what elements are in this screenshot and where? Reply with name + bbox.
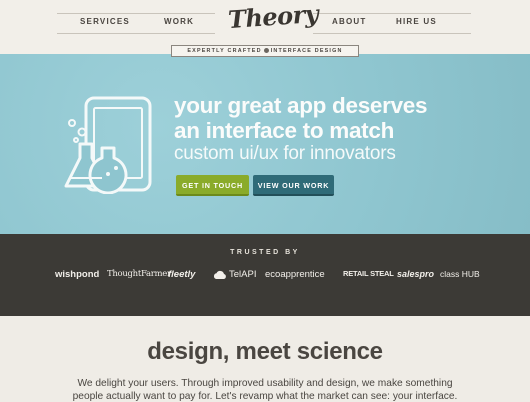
nav-rule: [313, 13, 471, 14]
view-our-work-button[interactable]: VIEW OUR WORK: [253, 175, 334, 196]
tagline-dot-icon: [263, 48, 269, 54]
client-logo-thoughtfarmer: ThoughtFarmer: [107, 269, 171, 279]
hero-headline: your great app deserves an interface to …: [174, 93, 428, 143]
client-logo-retailsteal: RETAIL STEAL: [343, 269, 394, 278]
client-logo-wishpond: wishpond: [55, 269, 99, 280]
brand-text: wishpond: [55, 269, 100, 280]
get-in-touch-button[interactable]: GET IN TOUCH: [176, 175, 249, 196]
flask-icon: [64, 142, 128, 194]
tagline-badge: EXPERTLY CRAFTED INTERFACE DESIGN: [171, 45, 359, 57]
client-logo-classhub: class HUB: [440, 269, 480, 279]
section-heading: design, meet science: [147, 338, 383, 365]
brand-text: salespro: [397, 269, 435, 279]
nav-services[interactable]: SERVICES: [80, 17, 130, 26]
brand-text: RETAIL STEAL: [343, 269, 394, 278]
nav-hire-us[interactable]: HIRE US: [396, 17, 437, 26]
cloud-icon: [213, 270, 226, 279]
headline-line-1: your great app deserves: [174, 93, 428, 118]
headline-line-2: an interface to match: [174, 118, 395, 143]
client-logo-fleetly: fleetly: [168, 269, 195, 280]
nav-work[interactable]: WORK: [164, 17, 194, 26]
nav-rule: [57, 33, 215, 34]
trusted-by-label: TRUSTED BY: [230, 249, 300, 256]
intro-paragraph: We delight your users. Through improved …: [0, 377, 530, 402]
hero-illustration: [64, 96, 152, 194]
brand-text: class HUB: [440, 269, 480, 279]
paragraph-line-1: We delight your users. Through improved …: [77, 378, 453, 389]
client-logo-ecoapprentice: ecoapprentice: [265, 269, 325, 280]
brand-text: ThoughtFarmer: [107, 269, 171, 279]
hero-subline: custom ui/ux for innovators: [174, 143, 396, 164]
client-logo-telapi: TelAPI: [213, 269, 256, 280]
nav-rule: [57, 13, 215, 14]
brand-text: fleetly: [168, 269, 196, 280]
tagline-left: EXPERTLY CRAFTED: [187, 48, 262, 54]
brand-text: TelAPI: [229, 269, 257, 280]
client-logo-salespro: salespro: [397, 269, 434, 279]
brand-text: ecoapprentice: [265, 269, 325, 280]
logo[interactable]: Theory: [227, 0, 319, 34]
tagline-right: INTERFACE DESIGN: [270, 48, 343, 54]
bubbles-icon: [68, 119, 87, 143]
nav-rule: [313, 33, 471, 34]
nav-about[interactable]: ABOUT: [332, 17, 366, 26]
paragraph-line-2: people actually want to pay for. Let's r…: [72, 391, 458, 402]
